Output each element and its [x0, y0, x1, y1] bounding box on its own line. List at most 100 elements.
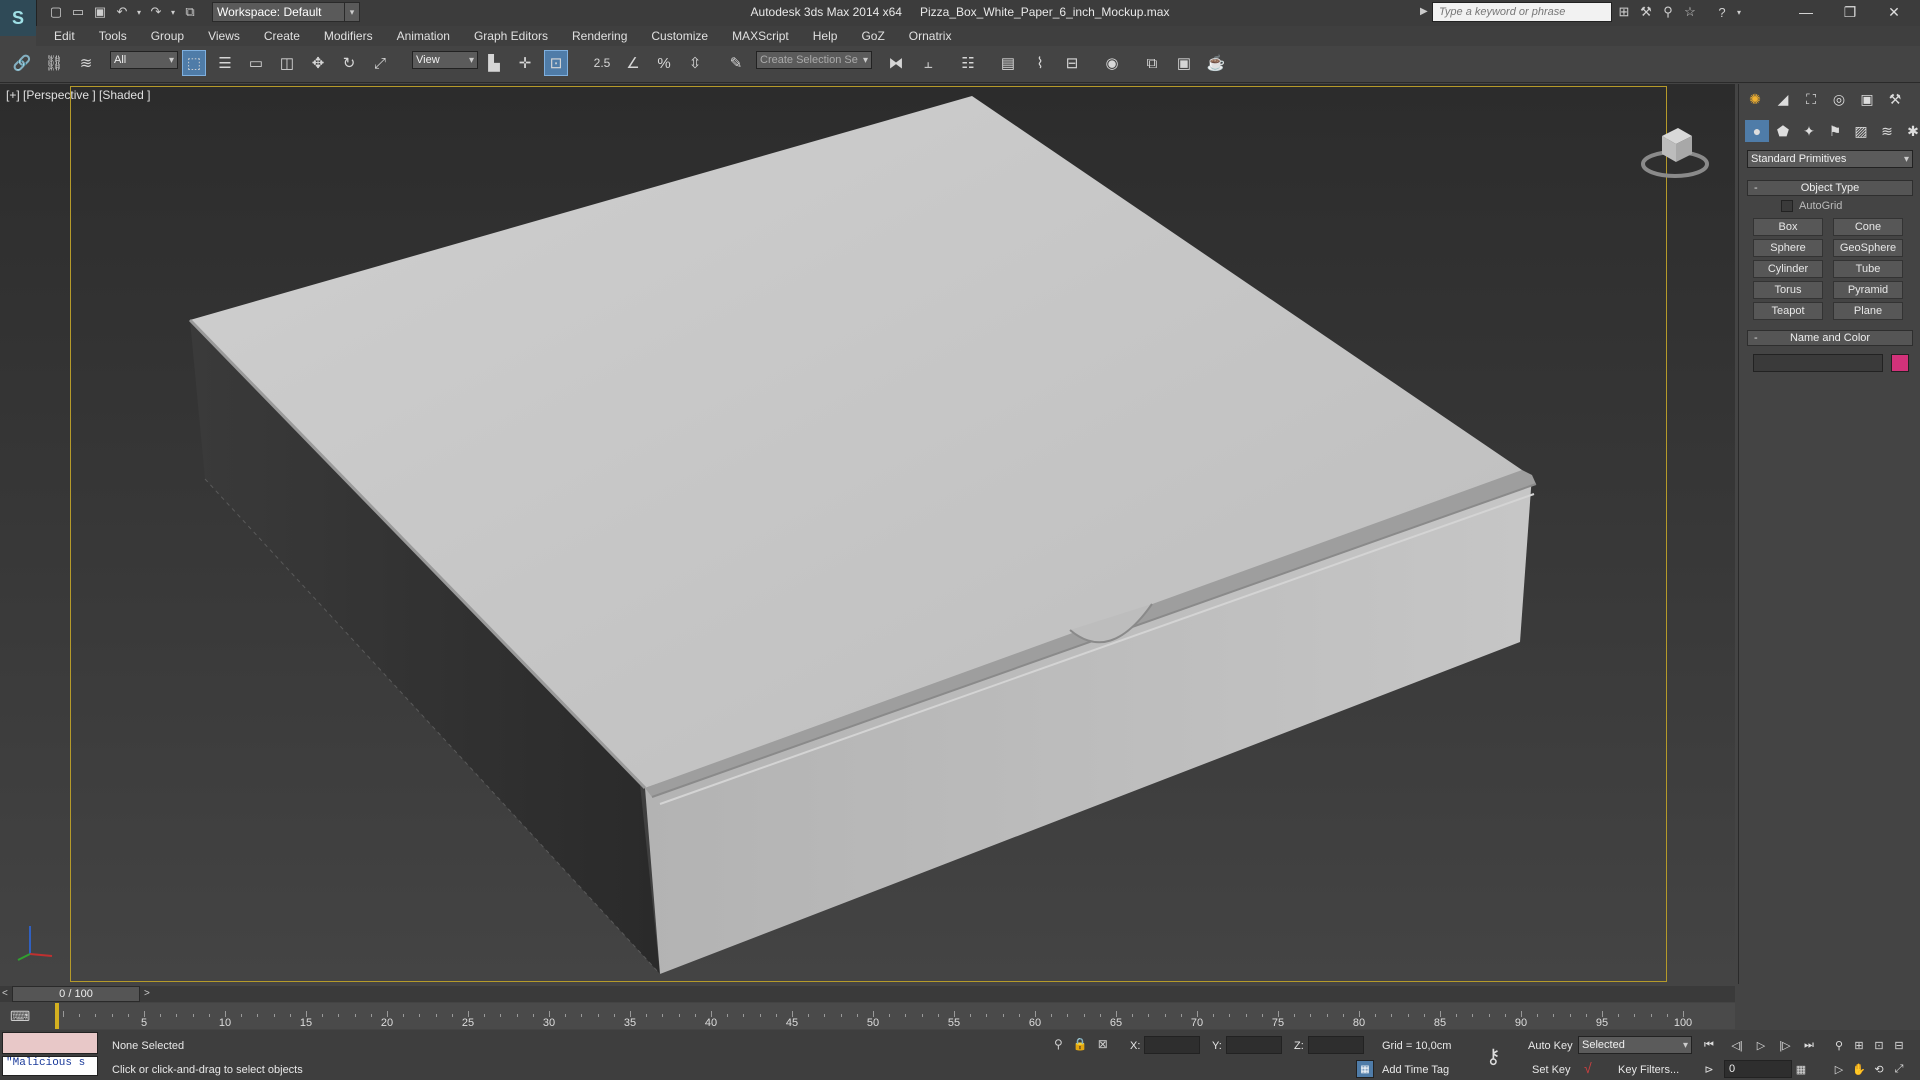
- graphite-ribbon-icon[interactable]: ▤: [996, 50, 1020, 76]
- manipulate-icon[interactable]: ✛: [513, 50, 537, 76]
- maximize-viewport-icon[interactable]: ⤢: [1890, 1060, 1908, 1078]
- search-expand-icon[interactable]: ▶: [1420, 6, 1428, 17]
- select-object-icon[interactable]: ⬚: [182, 50, 206, 76]
- open-file-icon[interactable]: ▭: [68, 2, 88, 22]
- lights-icon[interactable]: ✦: [1797, 120, 1821, 142]
- curve-editor-icon[interactable]: ⌇: [1028, 50, 1052, 76]
- time-next-arrow-icon[interactable]: >: [144, 988, 150, 999]
- cameras-icon[interactable]: ⚑: [1823, 120, 1847, 142]
- undo-dropdown-icon[interactable]: ▾: [134, 2, 144, 22]
- selection-filter-dropdown[interactable]: All: [110, 51, 178, 69]
- align-icon[interactable]: ⫠: [916, 50, 940, 76]
- geometry-icon[interactable]: ●: [1745, 120, 1769, 142]
- previous-frame-icon[interactable]: ◁|: [1728, 1036, 1746, 1054]
- utilities-tab-icon[interactable]: ⚒: [1883, 88, 1907, 110]
- pyramid-button[interactable]: Pyramid: [1833, 281, 1903, 299]
- key-tangent-icon[interactable]: √: [1584, 1060, 1592, 1076]
- menu-group[interactable]: Group: [139, 29, 196, 43]
- key-filters-button[interactable]: Key Filters...: [1618, 1064, 1679, 1076]
- box-button[interactable]: Box: [1753, 218, 1823, 236]
- named-selection-set-dropdown[interactable]: Create Selection Se: [756, 51, 872, 69]
- menu-modifiers[interactable]: Modifiers: [312, 29, 385, 43]
- select-and-link-icon[interactable]: 🔗: [10, 50, 34, 76]
- bind-space-warp-icon[interactable]: ≋: [74, 50, 98, 76]
- current-frame-field[interactable]: 0: [1724, 1060, 1792, 1078]
- menu-graph-editors[interactable]: Graph Editors: [462, 29, 560, 43]
- material-editor-icon[interactable]: ◉: [1100, 50, 1124, 76]
- render-production-icon[interactable]: ☕: [1204, 50, 1228, 76]
- menu-help[interactable]: Help: [801, 29, 850, 43]
- add-time-tag[interactable]: Add Time Tag: [1382, 1064, 1449, 1076]
- window-crossing-icon[interactable]: ◫: [275, 50, 299, 76]
- selection-lock-icon[interactable]: 🔒: [1073, 1037, 1088, 1051]
- absolute-mode-icon[interactable]: ⊠: [1098, 1037, 1108, 1051]
- new-file-icon[interactable]: ▢: [46, 2, 66, 22]
- communication-icon[interactable]: ⚲: [1658, 2, 1678, 22]
- y-coord-field[interactable]: [1226, 1036, 1282, 1054]
- rendered-frame-window-icon[interactable]: ▣: [1172, 50, 1196, 76]
- close-icon[interactable]: ✕: [1872, 0, 1916, 24]
- track-bar[interactable]: 5 10 15 20 25 30 35 40 45 50 55 60 65 70 75 80 85 90 95 100: [55, 1003, 1735, 1029]
- unlink-icon[interactable]: ⛓: [42, 50, 66, 76]
- menu-customize[interactable]: Customize: [639, 29, 720, 43]
- schematic-view-icon[interactable]: ⊟: [1060, 50, 1084, 76]
- motion-tab-icon[interactable]: ◎: [1827, 88, 1851, 110]
- zoom-extents-icon[interactable]: ⊡: [1870, 1036, 1888, 1054]
- time-tag-icon[interactable]: ▦: [1356, 1060, 1374, 1078]
- zoom-icon[interactable]: ⚲: [1830, 1036, 1848, 1054]
- perspective-viewport[interactable]: [+] [Perspective ] [Shaded ]: [0, 84, 1735, 984]
- subscription-icon[interactable]: ⚒: [1636, 2, 1656, 22]
- redo-dropdown-icon[interactable]: ▾: [168, 2, 178, 22]
- helpers-icon[interactable]: ▨: [1849, 120, 1873, 142]
- layer-manager-icon[interactable]: ☷: [956, 50, 980, 76]
- help-dropdown-icon[interactable]: ▾: [1734, 2, 1744, 22]
- time-prev-arrow-icon[interactable]: <: [2, 988, 8, 999]
- key-mode-dropdown[interactable]: Selected: [1578, 1036, 1692, 1054]
- teapot-button[interactable]: Teapot: [1753, 302, 1823, 320]
- create-tab-icon[interactable]: ✺: [1743, 88, 1767, 110]
- time-slider-track[interactable]: [0, 986, 1735, 1002]
- render-setup-icon[interactable]: ⧉: [1140, 50, 1164, 76]
- app-logo-icon[interactable]: S: [0, 0, 37, 36]
- systems-icon[interactable]: ✱: [1901, 120, 1920, 142]
- key-mode-toggle-icon[interactable]: ⊳: [1700, 1060, 1718, 1078]
- pan-view-icon[interactable]: ✋: [1850, 1060, 1868, 1078]
- select-by-name-icon[interactable]: ☰: [213, 50, 237, 76]
- set-key-icon[interactable]: ⚷: [1486, 1044, 1501, 1069]
- menu-goz[interactable]: GoZ: [849, 29, 896, 43]
- binoculars-icon[interactable]: ⊞: [1614, 2, 1634, 22]
- play-icon[interactable]: ▷: [1752, 1036, 1770, 1054]
- current-frame-marker[interactable]: [55, 1003, 59, 1029]
- name-color-rollout-header[interactable]: - Name and Color: [1747, 330, 1913, 346]
- menu-create[interactable]: Create: [252, 29, 312, 43]
- cylinder-button[interactable]: Cylinder: [1753, 260, 1823, 278]
- isolate-selection-icon[interactable]: ⚲: [1054, 1037, 1063, 1051]
- auto-key-button[interactable]: Auto Key: [1528, 1040, 1573, 1052]
- cone-button[interactable]: Cone: [1833, 218, 1903, 236]
- menu-rendering[interactable]: Rendering: [560, 29, 639, 43]
- viewcube-icon[interactable]: [1640, 114, 1710, 184]
- go-to-start-icon[interactable]: ⏮: [1700, 1036, 1718, 1054]
- sphere-button[interactable]: Sphere: [1753, 239, 1823, 257]
- maxscript-mini-listener[interactable]: "Malicious s: [2, 1056, 98, 1076]
- menu-ornatrix[interactable]: Ornatrix: [897, 29, 964, 43]
- time-configuration-icon[interactable]: ▦: [1792, 1060, 1810, 1078]
- field-of-view-icon[interactable]: ▷: [1830, 1060, 1848, 1078]
- favorites-icon[interactable]: ☆: [1680, 2, 1700, 22]
- angle-snap-icon[interactable]: ∠: [621, 50, 645, 76]
- menu-animation[interactable]: Animation: [385, 29, 462, 43]
- select-and-rotate-icon[interactable]: ↻: [337, 50, 361, 76]
- save-icon[interactable]: ▣: [90, 2, 110, 22]
- mini-curve-editor-icon[interactable]: ⌨: [10, 1008, 30, 1025]
- zoom-extents-all-icon[interactable]: ⊟: [1890, 1036, 1908, 1054]
- edit-named-selection-icon[interactable]: ✎: [724, 50, 748, 76]
- z-coord-field[interactable]: [1308, 1036, 1364, 1054]
- restore-icon[interactable]: ❐: [1828, 0, 1872, 24]
- space-warps-icon[interactable]: ≋: [1875, 120, 1899, 142]
- x-coord-field[interactable]: [1144, 1036, 1200, 1054]
- geosphere-button[interactable]: GeoSphere: [1833, 239, 1903, 257]
- project-folder-icon[interactable]: ⧉: [180, 2, 200, 22]
- set-key-button[interactable]: Set Key: [1532, 1064, 1571, 1076]
- search-input[interactable]: Type a keyword or phrase: [1432, 2, 1612, 22]
- mirror-icon[interactable]: ⧓: [884, 50, 908, 76]
